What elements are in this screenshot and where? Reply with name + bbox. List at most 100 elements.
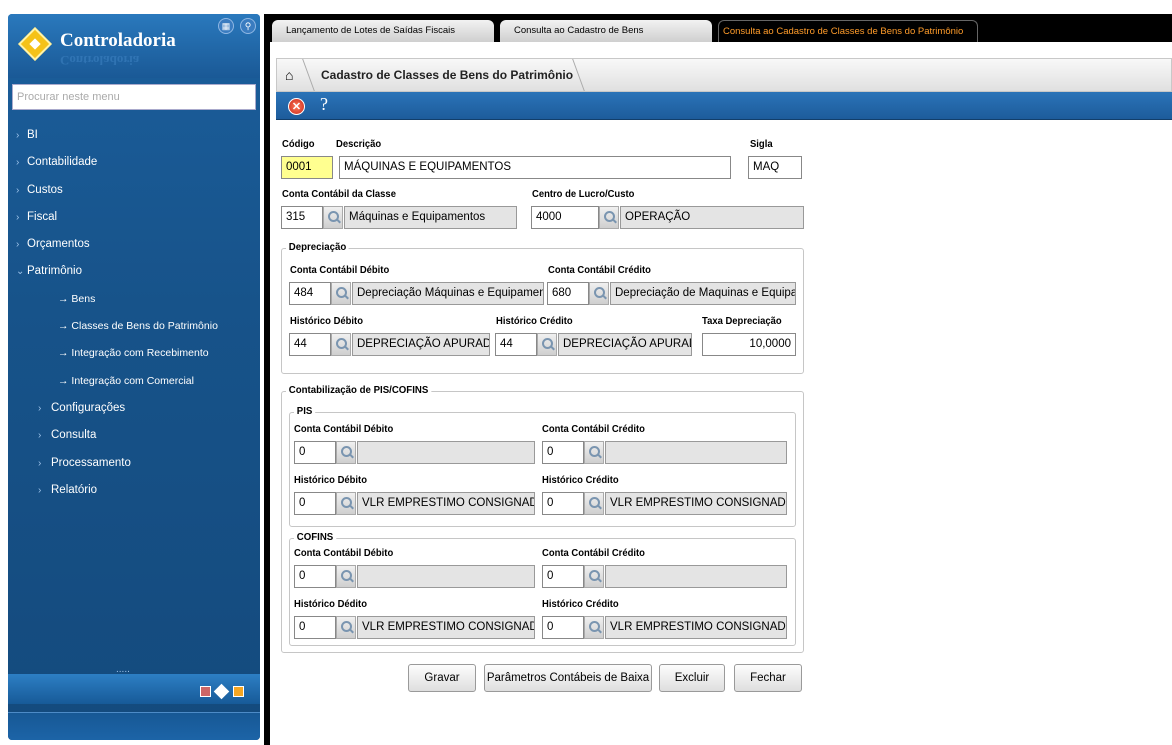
menu-item-label: → Bens (58, 292, 96, 305)
search-lookup-icon[interactable] (537, 333, 557, 356)
dep-hist-credito-code-field[interactable]: 44 (495, 333, 537, 356)
pin-icon[interactable]: ⚲ (240, 18, 256, 34)
pis-credito-code-field[interactable]: 0 (542, 441, 584, 464)
search-lookup-icon[interactable] (336, 565, 356, 588)
cofins-credito-desc-field (605, 565, 787, 588)
sidebar-menu: › BI › Contabilidade › Custos › Fiscal › Orça… (8, 122, 260, 504)
menu-item-classes-bens[interactable]: → Classes de Bens do Patrimônio (8, 313, 260, 340)
descricao-field[interactable]: MÁQUINAS E EQUIPAMENTOS (339, 156, 731, 179)
help-icon[interactable]: ? (320, 94, 328, 115)
menu-item-label: Fiscal (27, 210, 58, 223)
codigo-label: Código (282, 138, 315, 150)
page-title: Cadastro de Classes de Bens do Patrimôni… (321, 68, 574, 82)
chevron-right-icon: › (16, 211, 20, 223)
cofins-debito-label: Conta Contábil Débito (294, 547, 394, 559)
dep-credito-code-field[interactable]: 680 (547, 282, 589, 305)
menu-item-bi[interactable]: › BI (8, 122, 260, 149)
descricao-label: Descrição (336, 138, 382, 150)
menu-item-label: → Integração com Recebimento (58, 347, 209, 360)
search-lookup-icon[interactable] (336, 616, 356, 639)
centro-label: Centro de Lucro/Custo (532, 188, 635, 200)
menu-item-integracao-comercial[interactable]: → Integração com Comercial (8, 368, 260, 395)
search-lookup-icon[interactable] (584, 565, 604, 588)
dep-hist-debito-desc-field: DEPRECIAÇÃO APURADA (352, 333, 490, 356)
excluir-button[interactable]: Excluir (659, 664, 725, 692)
top-strip (0, 0, 1172, 14)
menu-item-label: Orçamentos (27, 238, 90, 251)
module-icon-red[interactable] (200, 686, 211, 697)
menu-item-label: Relatório (51, 483, 98, 496)
tab-consulta-bens[interactable]: Consulta ao Cadastro de Bens (500, 20, 712, 42)
cofins-hist-debito-desc-field: VLR EMPRESTIMO CONSIGNADO (357, 616, 535, 639)
close-icon[interactable]: ✕ (288, 98, 305, 115)
chevron-right-icon: › (38, 484, 42, 496)
pis-debito-code-field[interactable]: 0 (294, 441, 336, 464)
menu-item-bens[interactable]: → Bens (8, 286, 260, 313)
parametros-button[interactable]: Parâmetros Contábeis de Baixa (484, 664, 652, 692)
dep-hist-credito-label: Histórico Crédito (496, 315, 573, 327)
cofins-hist-credito-code-field[interactable]: 0 (542, 616, 584, 639)
dep-hist-debito-code-field[interactable]: 44 (289, 333, 331, 356)
fechar-button[interactable]: Fechar (734, 664, 802, 692)
search-lookup-icon[interactable] (584, 616, 604, 639)
menu-item-consulta[interactable]: › Consulta (8, 422, 260, 449)
home-icon[interactable]: ⌂ (285, 67, 293, 83)
pis-hist-debito-desc-field: VLR EMPRESTIMO CONSIGNADO (357, 492, 535, 515)
dep-credito-label: Conta Contábil Crédito (548, 264, 651, 276)
menu-item-fiscal[interactable]: › Fiscal (8, 204, 260, 231)
chevron-right-icon: › (38, 430, 42, 442)
menu-search-input[interactable]: Procurar neste menu (12, 84, 256, 110)
menu-item-processamento[interactable]: › Processamento (8, 450, 260, 477)
depreciacao-legend: Depreciação (286, 241, 349, 253)
module-icon-orange[interactable] (233, 686, 244, 697)
centro-code-field[interactable]: 4000 (531, 206, 599, 229)
cofins-debito-code-field[interactable]: 0 (294, 565, 336, 588)
search-lookup-icon[interactable] (584, 441, 604, 464)
menu-item-contabilidade[interactable]: › Contabilidade (8, 149, 260, 176)
centro-desc-field: OPERAÇÃO (620, 206, 804, 229)
gravar-button[interactable]: Gravar (408, 664, 476, 692)
pis-debito-label: Conta Contábil Débito (294, 423, 394, 435)
search-lookup-icon[interactable] (331, 333, 351, 356)
search-lookup-icon[interactable] (336, 492, 356, 515)
cofins-credito-code-field[interactable]: 0 (542, 565, 584, 588)
search-lookup-icon[interactable] (323, 206, 343, 229)
taxa-field[interactable]: 10,0000 (702, 333, 796, 356)
app-title: Controladoria (60, 30, 176, 51)
cofins-hist-debito-label: Histórico Dédito (294, 598, 367, 610)
dep-credito-desc-field: Depreciação de Maquinas e Equipame (610, 282, 796, 305)
menu-item-configuracoes[interactable]: › Configurações (8, 395, 260, 422)
app-title-reflection: Controladoria (60, 53, 140, 68)
menu-item-custos[interactable]: › Custos (8, 177, 260, 204)
sigla-field[interactable]: MAQ (748, 156, 802, 179)
codigo-field[interactable]: 0001 (281, 156, 333, 179)
cofins-hist-credito-desc-field: VLR EMPRESTIMO CONSIGNADO (605, 616, 787, 639)
pis-hist-credito-code-field[interactable]: 0 (542, 492, 584, 515)
menu-item-label: Custos (27, 183, 63, 196)
menu-item-orcamentos[interactable]: › Orçamentos (8, 231, 260, 258)
cofins-hist-debito-code-field[interactable]: 0 (294, 616, 336, 639)
menu-item-patrimonio[interactable]: ⌄ Patrimônio (8, 258, 260, 285)
search-lookup-icon[interactable] (584, 492, 604, 515)
cofins-legend: COFINS (294, 531, 337, 543)
search-lookup-icon[interactable] (599, 206, 619, 229)
menu-item-label: Contabilidade (27, 156, 98, 169)
chevron-right-icon: › (38, 457, 42, 469)
tab-consulta-classes[interactable]: Consulta ao Cadastro de Classes de Bens … (718, 20, 978, 42)
tab-lancamento-lotes[interactable]: Lançamento de Lotes de Saídas Fiscais (272, 20, 494, 42)
search-lookup-icon[interactable] (331, 282, 351, 305)
search-lookup-icon[interactable] (336, 441, 356, 464)
conta-classe-label: Conta Contábil da Classe (282, 188, 396, 200)
chevron-right-icon: › (16, 157, 20, 169)
dep-debito-code-field[interactable]: 484 (289, 282, 331, 305)
pis-credito-desc-field (605, 441, 787, 464)
grid-icon[interactable]: ▦ (218, 18, 234, 34)
pis-hist-debito-code-field[interactable]: 0 (294, 492, 336, 515)
conta-classe-code-field[interactable]: 315 (281, 206, 323, 229)
diamond-icon[interactable] (213, 683, 230, 700)
search-lookup-icon[interactable] (589, 282, 609, 305)
menu-item-relatorio[interactable]: › Relatório (8, 477, 260, 504)
diamond-logo-icon (18, 27, 52, 61)
main-content: ⌂ Cadastro de Classes de Bens do Patrimô… (264, 42, 1172, 745)
menu-item-integracao-recebimento[interactable]: → Integração com Recebimento (8, 340, 260, 367)
